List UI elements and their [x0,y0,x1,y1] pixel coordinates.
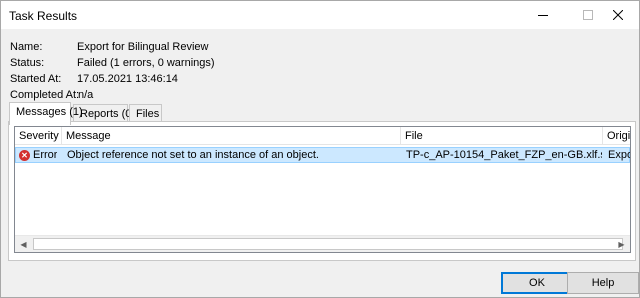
column-header-file[interactable]: File [401,127,603,145]
ok-button[interactable]: OK [501,272,573,294]
table-row[interactable]: ✕ Error Object reference not set to an i… [15,147,630,163]
file-cell: TP-c_AP-10154_Paket_FZP_en-GB.xlf.sdlxli… [406,149,602,161]
column-header-origin[interactable]: Origin [603,127,630,145]
origin-cell: Export [608,149,630,161]
minimize-icon [538,14,548,16]
completed-value: n/a [78,89,94,101]
message-cell: Object reference not set to an instance … [67,149,319,161]
name-value: Export for Bilingual Review [77,41,209,53]
window-title: Task Results [9,9,78,23]
title-bar: Task Results [1,1,639,29]
scroll-thumb[interactable] [33,238,623,250]
tab-messages[interactable]: Messages (1) [9,102,83,125]
status-label: Status: [10,57,45,69]
started-label: Started At: [10,73,62,85]
minimize-button[interactable] [521,1,565,29]
completed-label: Completed At: [10,89,80,101]
messages-panel: Severity Message File Origin ✕ Error Obj… [8,121,636,261]
column-header-message[interactable]: Message [62,127,401,145]
severity-cell: Error [33,149,58,161]
column-header-severity[interactable]: Severity [15,127,62,145]
close-icon [613,10,623,20]
name-label: Name: [10,41,43,53]
horizontal-scrollbar[interactable]: ◀ ▶ [15,235,630,252]
task-results-window: Task Results Name: Export for Bilingual … [0,0,640,298]
scroll-right-icon[interactable]: ▶ [613,236,630,252]
close-button[interactable] [597,1,639,29]
error-icon: ✕ [19,150,30,161]
list-header: Severity Message File Origin [15,127,630,145]
started-value: 17.05.2021 13:46:14 [77,73,178,85]
help-button[interactable]: Help [567,272,639,294]
scroll-left-icon[interactable]: ◀ [15,236,32,252]
messages-list[interactable]: Severity Message File Origin ✕ Error Obj… [14,126,631,253]
maximize-icon [583,10,593,20]
status-value: Failed (1 errors, 0 warnings) [77,57,215,69]
